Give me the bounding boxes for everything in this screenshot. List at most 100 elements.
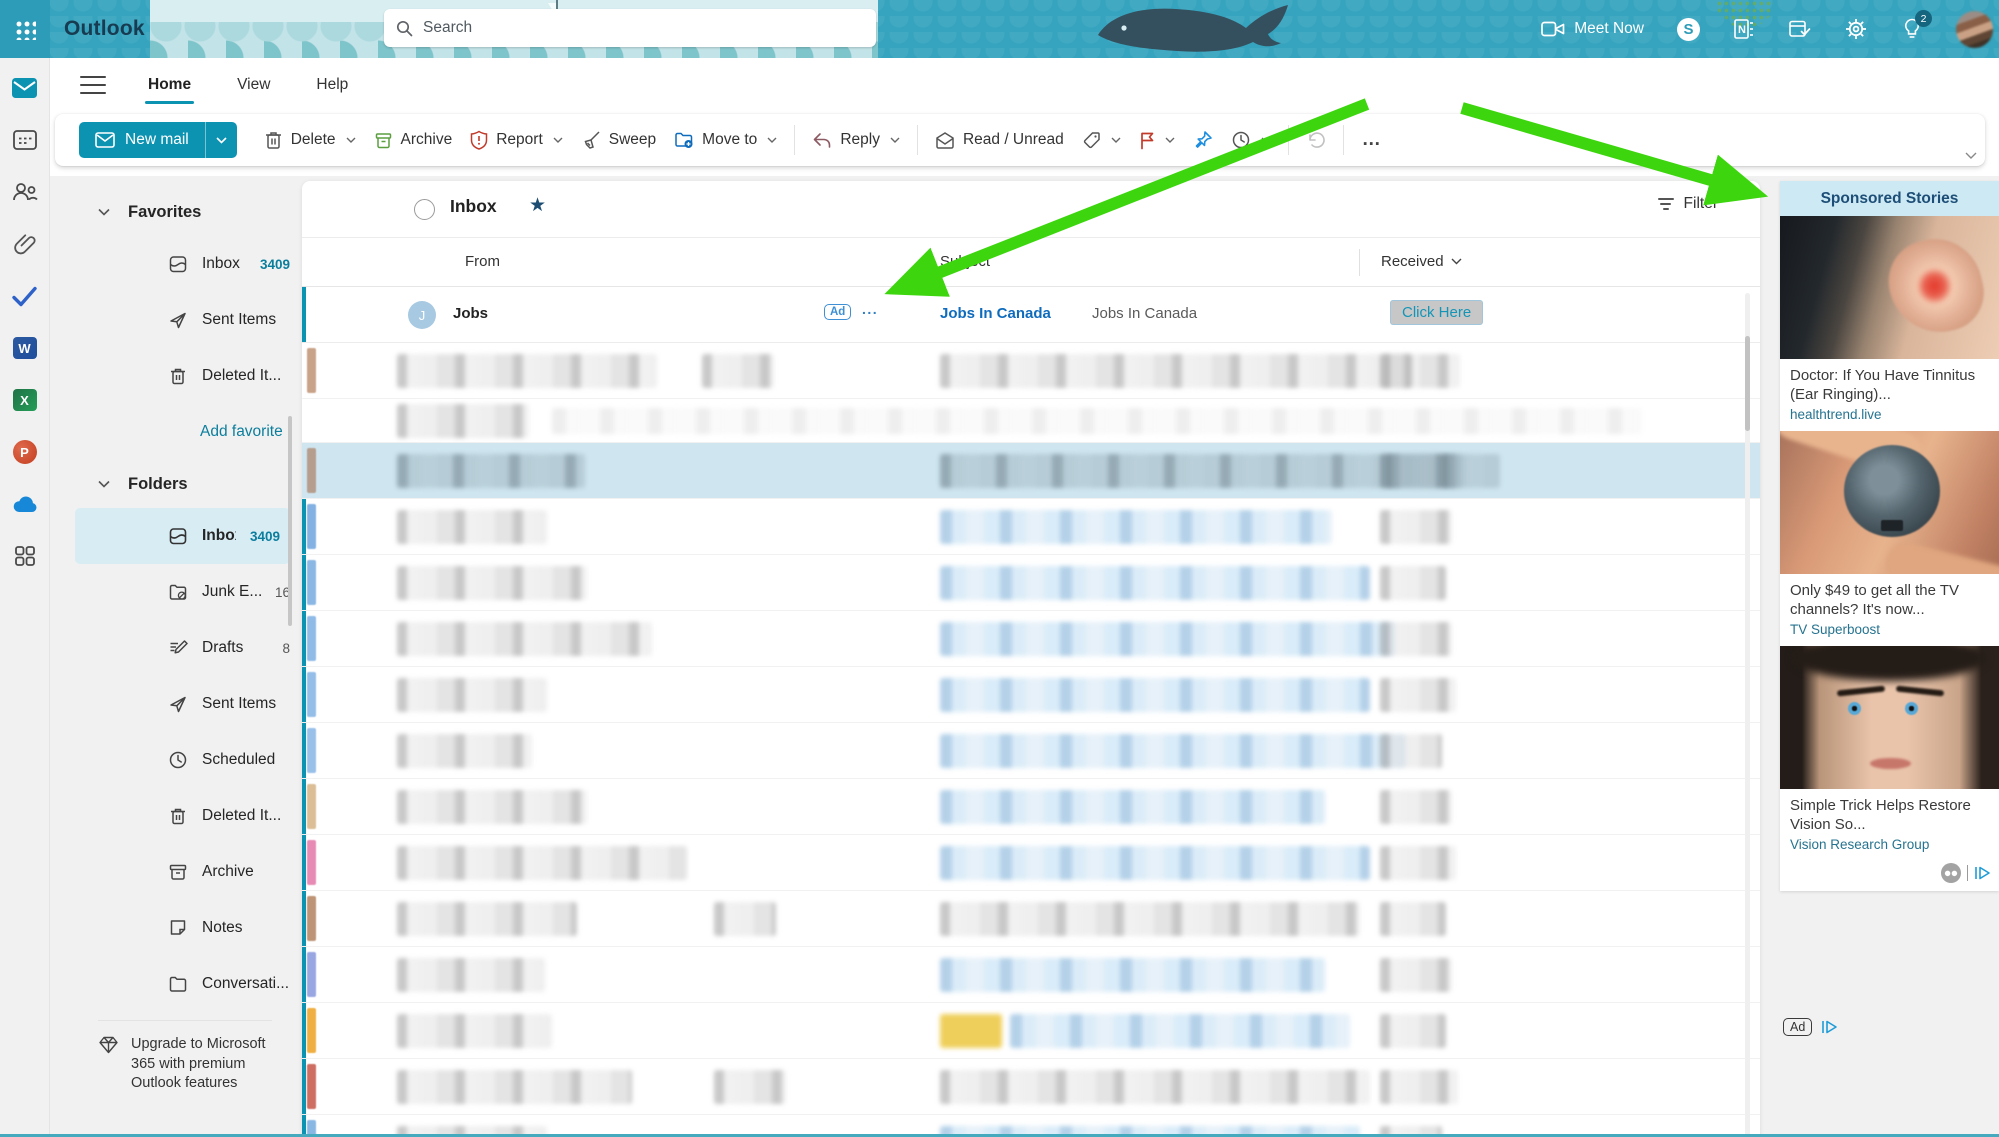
folder-item-drafts[interactable]: Drafts 8	[50, 620, 300, 676]
new-mail-dropdown[interactable]	[205, 122, 237, 158]
sweep-button[interactable]: Sweep	[572, 123, 665, 157]
rail-more-apps-button[interactable]	[11, 542, 39, 570]
table-row[interactable]	[302, 611, 1760, 667]
sponsored-ad-tv[interactable]: Only $49 to get all the TV channels? It'…	[1780, 431, 1999, 646]
ad-title[interactable]: Doctor: If You Have Tinnitus (Ear Ringin…	[1780, 359, 1999, 406]
table-row[interactable]	[302, 1003, 1760, 1059]
table-row[interactable]	[302, 555, 1760, 611]
ad-domain-link[interactable]: healthtrend.live	[1780, 406, 1999, 431]
ad-title[interactable]: Simple Trick Helps Restore Vision So...	[1780, 789, 1999, 836]
search-bar[interactable]	[384, 9, 876, 47]
archive-button[interactable]: Archive	[365, 124, 462, 157]
folders-section-header[interactable]: Folders	[50, 460, 300, 508]
tab-help[interactable]: Help	[310, 68, 354, 102]
search-input[interactable]	[423, 19, 864, 37]
hamburger-menu-button[interactable]	[80, 76, 106, 94]
add-favorite-button[interactable]: Add favorite	[50, 404, 300, 460]
column-from[interactable]: From	[465, 253, 500, 270]
folder-item-deleted[interactable]: Deleted It...	[50, 788, 300, 844]
folder-item-archive[interactable]: Archive	[50, 844, 300, 900]
folder-item-inbox[interactable]: Inbox 3409	[75, 508, 290, 564]
favorite-item-deleted[interactable]: Deleted It...	[50, 348, 300, 404]
account-avatar[interactable]	[1956, 11, 1993, 48]
ad-domain-link[interactable]: TV Superboost	[1780, 621, 1999, 646]
rail-powerpoint-button[interactable]: P	[11, 438, 39, 466]
undo-button[interactable]	[1297, 124, 1335, 156]
folder-item-conversation-history[interactable]: Conversati...	[50, 956, 300, 1012]
send-icon	[168, 694, 188, 714]
new-mail-button[interactable]: New mail	[79, 122, 237, 158]
rail-todo-button[interactable]	[11, 282, 39, 310]
pin-button[interactable]	[1184, 123, 1222, 157]
table-row[interactable]	[302, 723, 1760, 779]
favorite-item-inbox[interactable]: Inbox 3409	[50, 236, 300, 292]
favorites-section-header[interactable]: Favorites	[50, 188, 300, 236]
app-rail: W X P	[0, 58, 50, 1137]
snooze-button[interactable]	[1222, 123, 1280, 157]
ad-subject-link[interactable]: Jobs In Canada	[940, 305, 1051, 322]
categorize-button[interactable]	[1073, 124, 1130, 157]
table-row[interactable]	[302, 779, 1760, 835]
my-day-button[interactable]	[1788, 18, 1811, 40]
select-all-checkbox[interactable]	[414, 199, 435, 220]
flag-button[interactable]	[1130, 124, 1184, 157]
favorite-item-sent[interactable]: Sent Items	[50, 292, 300, 348]
sponsored-stories-header: Sponsored Stories	[1780, 181, 1999, 216]
sponsored-ad-vision[interactable]: Simple Trick Helps Restore Vision So... …	[1780, 646, 1999, 861]
adchoices-icon[interactable]	[1821, 1019, 1838, 1035]
move-to-button[interactable]: Move to	[665, 124, 786, 156]
ad-options-button[interactable]: ...	[862, 301, 878, 317]
tab-view[interactable]: View	[231, 68, 276, 102]
archive-icon	[168, 862, 188, 882]
more-commands-button[interactable]: …	[1352, 129, 1392, 151]
folder-item-notes[interactable]: Notes	[50, 900, 300, 956]
folder-item-scheduled[interactable]: Scheduled	[50, 732, 300, 788]
folder-item-junk[interactable]: Junk E... 16	[50, 564, 300, 620]
rail-mail-button[interactable]	[11, 74, 39, 102]
adchoices-icon[interactable]	[1974, 865, 1991, 881]
ad-email-row[interactable]: J Jobs Ad ... Jobs In Canada Jobs In Can…	[302, 287, 1760, 343]
table-row[interactable]	[302, 1059, 1760, 1115]
filter-button[interactable]: Filter	[1658, 195, 1718, 213]
rail-word-button[interactable]: W	[11, 334, 39, 362]
report-button[interactable]: Report	[461, 123, 572, 157]
tips-button[interactable]: 2	[1901, 17, 1923, 41]
folder-pane-scrollbar[interactable]	[288, 416, 292, 626]
upgrade-promo[interactable]: Upgrade to Microsoft 365 with premium Ou…	[98, 1020, 272, 1094]
sponsored-ad-tinnitus[interactable]: Doctor: If You Have Tinnitus (Ear Ringin…	[1780, 216, 1999, 431]
rail-attachments-button[interactable]	[11, 230, 39, 258]
favorite-star-icon[interactable]: ★	[529, 194, 546, 217]
chevron-down-icon	[767, 137, 777, 143]
table-row[interactable]	[302, 891, 1760, 947]
onenote-button[interactable]: N	[1733, 18, 1755, 40]
rail-onedrive-button[interactable]	[11, 490, 39, 518]
ad-feedback-icon[interactable]	[1941, 863, 1961, 883]
reply-button[interactable]: Reply	[803, 124, 909, 156]
ribbon-collapse-button[interactable]	[1965, 146, 1977, 164]
table-row[interactable]	[302, 399, 1760, 443]
column-received-sort[interactable]: Received	[1381, 253, 1462, 270]
table-row[interactable]	[302, 947, 1760, 1003]
skype-button[interactable]: S	[1677, 18, 1700, 41]
click-here-button[interactable]: Click Here	[1390, 300, 1483, 325]
rail-people-button[interactable]	[11, 178, 39, 206]
rail-excel-button[interactable]: X	[11, 386, 39, 414]
settings-button[interactable]	[1844, 17, 1868, 41]
table-row[interactable]	[302, 667, 1760, 723]
folder-item-sent[interactable]: Sent Items	[50, 676, 300, 732]
folders-header-label: Folders	[128, 475, 188, 494]
list-scrollbar-thumb[interactable]	[1745, 336, 1750, 431]
column-subject[interactable]: Subject	[940, 253, 990, 270]
table-row[interactable]	[302, 835, 1760, 891]
table-row[interactable]	[302, 499, 1760, 555]
table-row[interactable]	[302, 443, 1760, 499]
delete-button[interactable]: Delete	[255, 123, 365, 157]
app-launcher-button[interactable]	[0, 0, 50, 58]
ad-title[interactable]: Only $49 to get all the TV channels? It'…	[1780, 574, 1999, 621]
table-row[interactable]	[302, 343, 1760, 399]
ad-domain-link[interactable]: Vision Research Group	[1780, 836, 1999, 861]
rail-calendar-button[interactable]	[11, 126, 39, 154]
tab-home[interactable]: Home	[142, 68, 197, 102]
read-unread-button[interactable]: Read / Unread	[926, 124, 1073, 156]
meet-now-button[interactable]: Meet Now	[1541, 20, 1644, 38]
